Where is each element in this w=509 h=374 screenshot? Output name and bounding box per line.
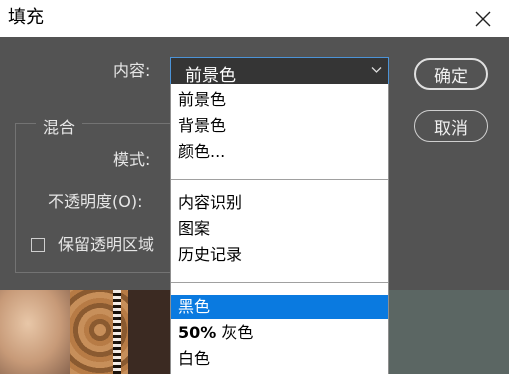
option-label: 背景色 [178,116,227,135]
dropdown-option-pattern[interactable]: 图案 [171,217,388,241]
dropdown-option-50-gray[interactable]: 50% 灰色 [171,321,388,345]
option-label: 历史记录 [178,245,243,264]
opacity-label: 不透明度(O): [48,192,143,211]
dropdown-option-content-aware[interactable]: 内容识别 [171,191,388,215]
option-label: 黑色 [178,297,211,316]
dropdown-option-background[interactable]: 背景色 [171,114,388,138]
content-dropdown-list: 前景色 背景色 颜色... 内容识别 图案 历史记录 黑色 50% 灰色 白色 [170,84,389,374]
dropdown-separator [171,282,388,283]
photo-region [128,290,170,374]
option-label: 颜色... [178,142,226,161]
option-label: 内容识别 [178,193,243,212]
content-select-value: 前景色 [185,66,236,86]
mode-label: 模式: [113,150,151,169]
preserve-transparency-label: 保留透明区域 [58,235,155,254]
option-word: 灰色 [221,323,254,342]
title-bar: 填充 [0,0,509,37]
dropdown-option-black[interactable]: 黑色 [171,295,388,319]
dialog-title: 填充 [8,7,44,28]
cancel-button[interactable]: 取消 [414,110,488,142]
close-button[interactable] [463,4,503,34]
content-label: 内容: [113,61,151,80]
selection-outline [113,290,121,374]
option-label: 前景色 [178,90,227,109]
option-label: 图案 [178,219,211,238]
option-label: 50% 灰色 [178,321,253,345]
content-select[interactable]: 前景色 [170,57,389,86]
dropdown-option-foreground[interactable]: 前景色 [171,88,388,112]
dropdown-option-history[interactable]: 历史记录 [171,243,388,267]
dropdown-option-color[interactable]: 颜色... [171,140,388,164]
blend-group-title: 混合 [36,114,83,138]
close-icon [475,11,491,27]
chevron-down-icon [371,67,382,73]
option-percent: 50% [178,323,217,342]
photo-region [0,290,70,374]
preserve-transparency-checkbox[interactable] [31,238,45,252]
dropdown-option-white[interactable]: 白色 [171,347,388,371]
dropdown-separator [171,179,388,180]
option-label: 白色 [178,349,211,368]
ok-button[interactable]: 确定 [414,58,488,90]
